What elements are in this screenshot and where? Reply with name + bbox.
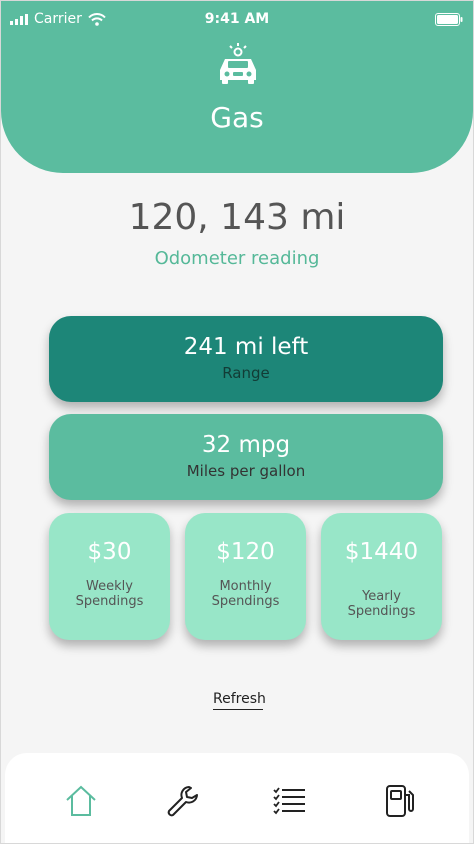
spending-amount: $1440 bbox=[344, 539, 419, 565]
page-title: Gas bbox=[210, 101, 264, 134]
battery-icon bbox=[435, 13, 463, 26]
spending-amount: $30 bbox=[87, 539, 132, 565]
home-icon[interactable] bbox=[63, 783, 99, 819]
yearly-spendings-card[interactable]: $1440 Yearly Spendings bbox=[321, 513, 442, 640]
spending-label: Yearly Spendings bbox=[347, 589, 416, 619]
mpg-value: 32 mpg bbox=[201, 432, 291, 458]
header: Carrier 9:41 AM Gas bbox=[1, 1, 473, 173]
spending-amount: $120 bbox=[216, 539, 275, 565]
spending-label: Weekly Spendings bbox=[75, 579, 144, 609]
status-bar: Carrier 9:41 AM bbox=[1, 1, 473, 37]
tab-bar bbox=[5, 753, 469, 843]
car-icon bbox=[220, 43, 256, 84]
refresh-button[interactable]: Refresh bbox=[213, 691, 266, 710]
gas-pump-icon[interactable] bbox=[381, 783, 417, 819]
mpg-label: Miles per gallon bbox=[186, 462, 306, 480]
mpg-card[interactable]: 32 mpg Miles per gallon bbox=[49, 414, 443, 500]
spending-label: Monthly Spendings bbox=[211, 579, 280, 609]
range-label: Range bbox=[222, 364, 270, 382]
weekly-spendings-card[interactable]: $30 Weekly Spendings bbox=[49, 513, 170, 640]
wrench-icon[interactable] bbox=[165, 783, 201, 819]
odometer-value: 120, 143 mi bbox=[128, 197, 346, 238]
odometer-label: Odometer reading bbox=[154, 248, 320, 269]
checklist-icon[interactable] bbox=[271, 783, 307, 819]
monthly-spendings-card[interactable]: $120 Monthly Spendings bbox=[185, 513, 306, 640]
range-value: 241 mi left bbox=[183, 334, 309, 360]
clock: 9:41 AM bbox=[204, 11, 270, 27]
range-card[interactable]: 241 mi left Range bbox=[49, 316, 443, 402]
